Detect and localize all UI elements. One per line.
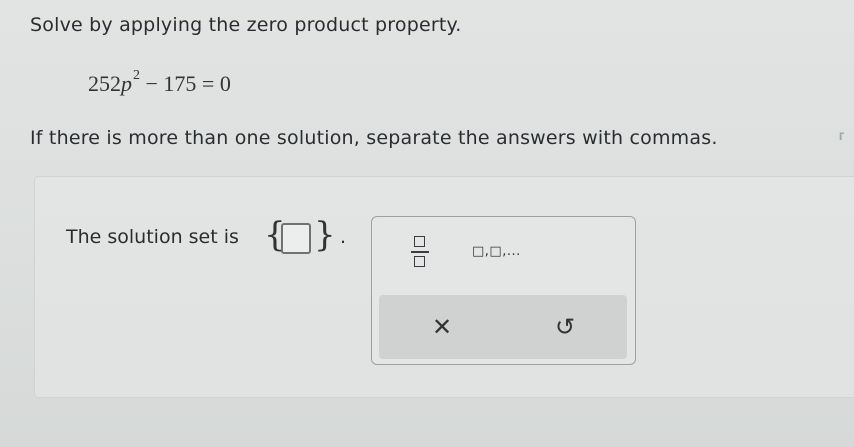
list-entry-button[interactable]: □,□,... [472, 244, 542, 268]
equation: 252p2 − 175 = 0 [88, 67, 231, 97]
undo-icon: ↺ [554, 313, 576, 341]
close-brace: } [314, 215, 336, 255]
solution-set-label: The solution set is [66, 226, 239, 248]
clear-button[interactable]: ✕ [425, 309, 459, 345]
undo-button[interactable]: ↺ [548, 309, 582, 345]
fraction-button[interactable] [405, 233, 437, 275]
instruction-text: If there is more than one solution, sepa… [30, 127, 718, 149]
fraction-icon [414, 236, 425, 247]
equation-coefficient: 252 [88, 71, 121, 96]
equation-exponent: 2 [133, 67, 140, 83]
answer-period: . [340, 226, 347, 248]
equation-variable: p [121, 71, 132, 96]
question-prompt: Solve by applying the zero product prope… [30, 14, 462, 36]
equation-rest: − 175 = 0 [140, 71, 231, 96]
keypad-action-bar [379, 295, 627, 359]
x-icon: ✕ [431, 313, 453, 341]
edge-bracket-icon: ⸢ [838, 129, 846, 153]
answer-input-box[interactable] [281, 223, 311, 254]
